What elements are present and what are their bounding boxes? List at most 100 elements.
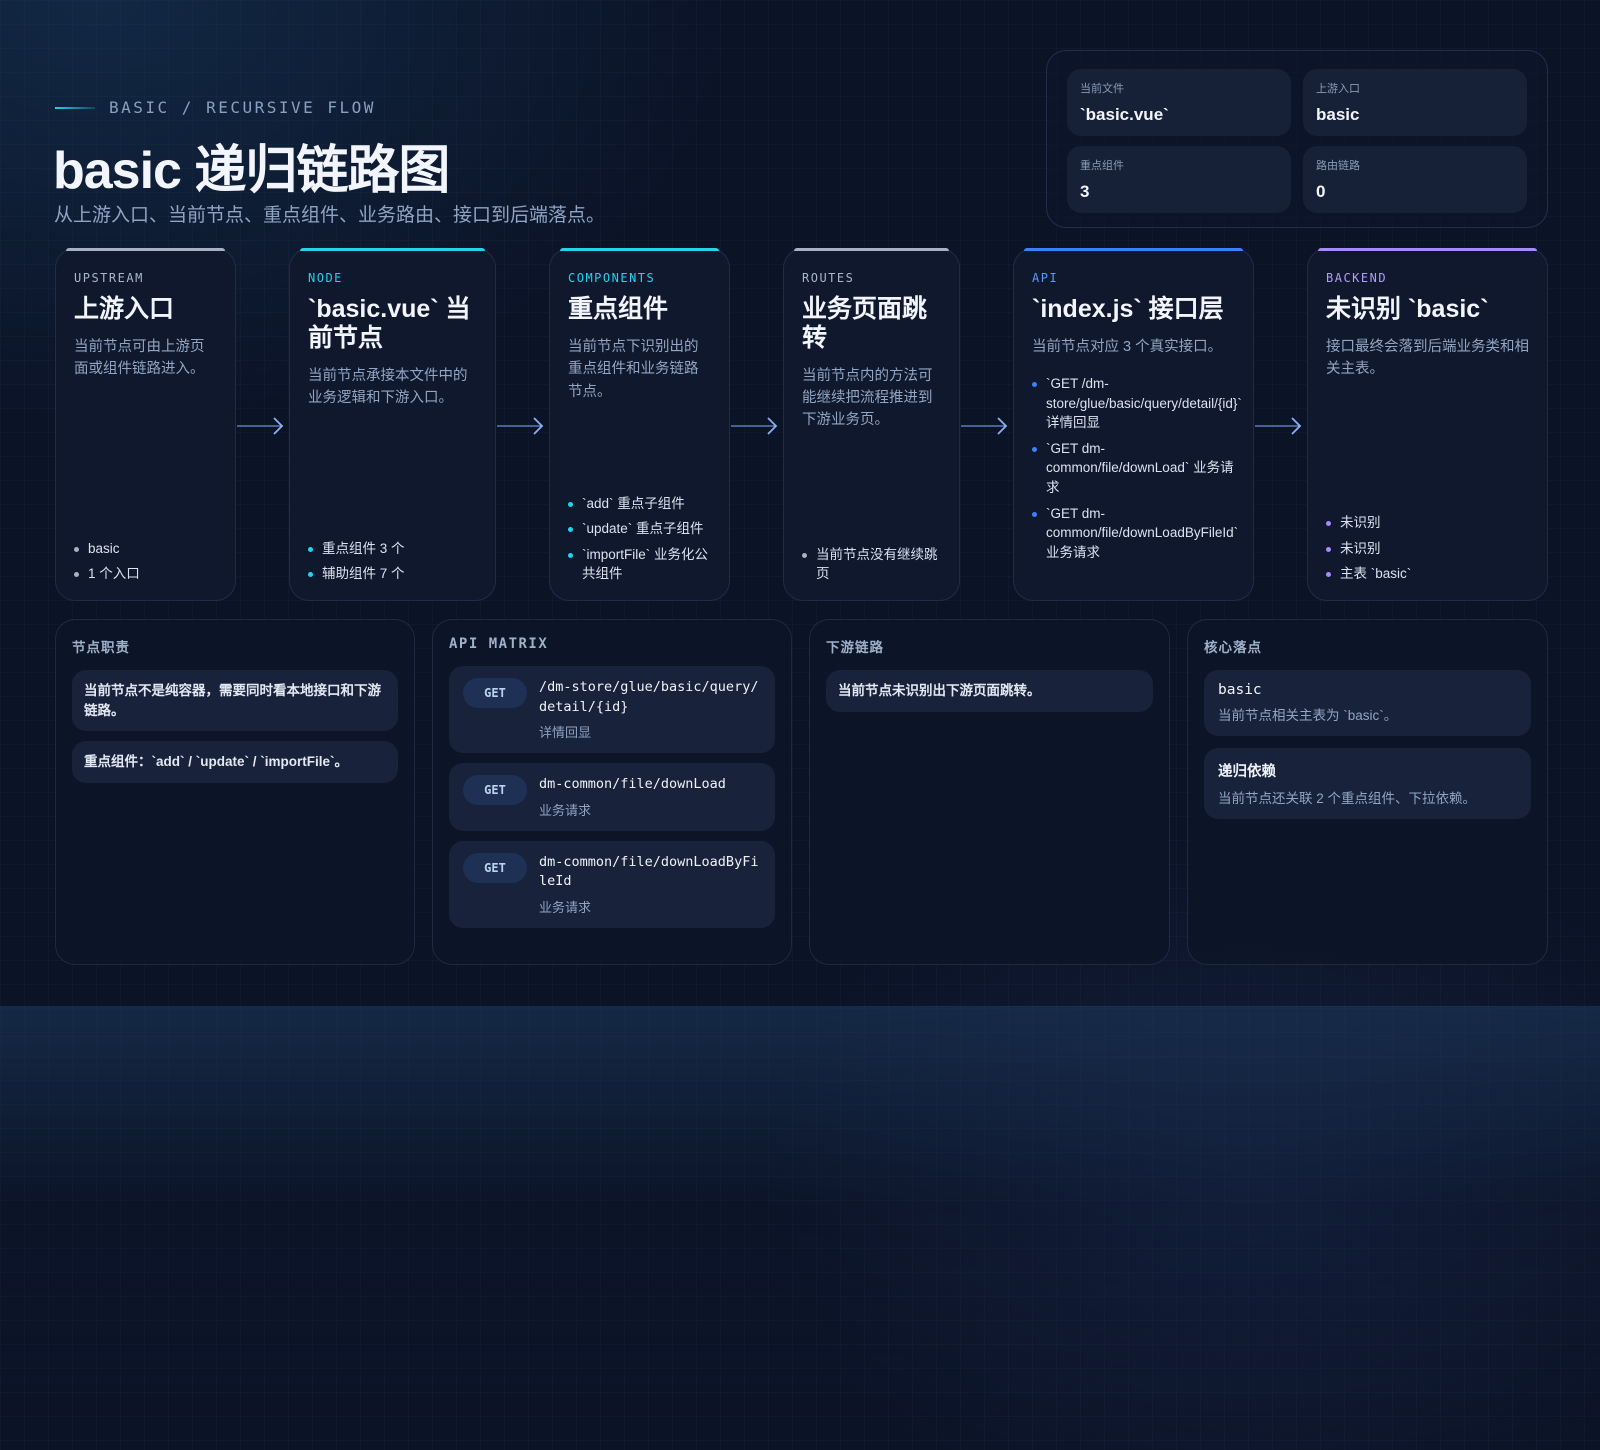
- card-description: 当前节点内的方法可能继续把流程推进到下游业务页。: [802, 367, 933, 429]
- card-bullets: 未识别 未识别 主表 `basic`: [1326, 507, 1529, 584]
- card-tag: ROUTES: [802, 271, 855, 285]
- stat-value: `basic.vue`: [1080, 105, 1169, 124]
- api-info: dm-common/file/downLoad 业务请求: [539, 775, 726, 819]
- card-title: 重点组件: [568, 295, 669, 323]
- stat-value: 3: [1080, 182, 1090, 201]
- stat-upstream-entry: 上游入口 basic: [1303, 69, 1527, 136]
- bullet-item: 主表 `basic`: [1326, 564, 1529, 584]
- flow-card-backend: BACKEND 未识别 `basic` 接口最终会落到后端业务类和相关主表。 未…: [1307, 248, 1548, 601]
- http-method-badge: GET: [463, 852, 527, 883]
- card-title: 未识别 `basic`: [1326, 295, 1489, 323]
- stat-label: 上游入口: [1316, 83, 1360, 95]
- card-tag: COMPONENTS: [568, 271, 656, 285]
- bullet-item: 重点组件 3 个: [308, 539, 477, 559]
- card-bullets: `add` 重点子组件 `update` 重点子组件 `importFile` …: [568, 488, 711, 584]
- panel-core-sink: 核心落点 basic 当前节点相关主表为 `basic`。 递归依赖 当前节点还…: [1187, 619, 1548, 965]
- core-item-value: 当前节点还关联 2 个重点组件、下拉依赖。: [1218, 791, 1477, 806]
- stat-label: 当前文件: [1080, 83, 1124, 95]
- card-description: 当前节点可由上游页面或组件链路进入。: [74, 338, 205, 378]
- api-row[interactable]: GET dm-common/file/downLoad 业务请求: [449, 763, 775, 831]
- downstream-note: 当前节点未识别出下游页面跳转。: [826, 670, 1153, 712]
- api-info: dm-common/file/downLoadByFileId 业务请求: [539, 853, 761, 916]
- panel-title: 核心落点: [1204, 640, 1262, 655]
- api-description: 业务请求: [539, 899, 592, 915]
- api-row[interactable]: GET /dm-store/glue/basic/query/detail/{i…: [449, 666, 775, 754]
- bullet-item: basic: [74, 539, 217, 559]
- card-bullets: 当前节点没有继续跳页: [802, 539, 941, 584]
- duty-note: 当前节点不是纯容器，需要同时看本地接口和下游链路。: [72, 670, 398, 732]
- core-item: basic 当前节点相关主表为 `basic`。: [1204, 670, 1531, 736]
- core-item: 递归依赖 当前节点还关联 2 个重点组件、下拉依赖。: [1204, 748, 1531, 819]
- bullet-item: `GET dm-common/file/downLoad` 业务请求: [1032, 439, 1235, 498]
- card-title: `basic.vue` 当前节点: [308, 295, 471, 352]
- flow-card-upstream: UPSTREAM 上游入口 当前节点可由上游页面或组件链路进入。 basic 1…: [55, 248, 236, 601]
- bullet-item: `update` 重点子组件: [568, 519, 711, 539]
- api-description: 详情回显: [539, 725, 592, 741]
- card-tag: NODE: [308, 271, 343, 285]
- bullet-item: 未识别: [1326, 539, 1529, 559]
- card-tag: BACKEND: [1326, 271, 1388, 285]
- eyebrow: BASIC / RECURSIVE FLOW: [55, 98, 376, 117]
- core-item-value: 当前节点相关主表为 `basic`。: [1218, 708, 1398, 723]
- card-tag: API: [1032, 271, 1059, 285]
- api-info: /dm-store/glue/basic/query/detail/{id} 详…: [539, 678, 761, 741]
- panel-title: API MATRIX: [449, 636, 549, 652]
- page-subtitle: 从上游入口、当前节点、重点组件、业务路由、接口到后端落点。: [54, 205, 606, 226]
- stat-label: 重点组件: [1080, 160, 1124, 172]
- background-band: [0, 1006, 1600, 1450]
- bullet-item: 1 个入口: [74, 564, 217, 584]
- card-bullets: basic 1 个入口: [74, 533, 217, 584]
- api-row[interactable]: GET dm-common/file/downLoadByFileId 业务请求: [449, 840, 775, 928]
- bullet-item: 辅助组件 7 个: [308, 564, 477, 584]
- http-method-badge: GET: [463, 775, 527, 806]
- panel-title: 节点职责: [72, 640, 130, 655]
- eyebrow-line: [55, 106, 95, 109]
- core-item-key: basic: [1218, 682, 1262, 698]
- bullet-item: 当前节点没有继续跳页: [802, 545, 941, 584]
- flow-arrow-icon: [497, 417, 544, 435]
- card-description: 接口最终会落到后端业务类和相关主表。: [1326, 338, 1529, 378]
- card-description: 当前节点下识别出的重点组件和业务链路节点。: [568, 338, 699, 400]
- core-item-key: 递归依赖: [1218, 764, 1276, 780]
- flow-arrow-icon: [961, 417, 1008, 435]
- flow-card-routes: ROUTES 业务页面跳转 当前节点内的方法可能继续把流程推进到下游业务页。 当…: [783, 248, 960, 601]
- stat-value: 0: [1316, 182, 1326, 201]
- page-title: basic 递归链路图: [53, 142, 450, 200]
- stat-key-components: 重点组件 3: [1067, 146, 1291, 213]
- api-path: dm-common/file/downLoad: [539, 776, 726, 793]
- panel-api-matrix: API MATRIX GET /dm-store/glue/basic/quer…: [432, 619, 792, 965]
- api-path: dm-common/file/downLoadByFileId: [539, 853, 759, 890]
- stat-current-file: 当前文件 `basic.vue`: [1067, 69, 1291, 136]
- api-path: /dm-store/glue/basic/query/detail/{id}: [539, 679, 759, 715]
- card-description: 当前节点承接本文件中的业务逻辑和下游入口。: [308, 367, 468, 406]
- card-description: 当前节点对应 3 个真实接口。: [1032, 338, 1223, 355]
- panel-node-duties: 节点职责 当前节点不是纯容器，需要同时看本地接口和下游链路。 重点组件：`add…: [55, 619, 415, 965]
- flow-arrow-icon: [237, 417, 284, 435]
- card-title: 业务页面跳转: [802, 295, 928, 352]
- panel-title: 下游链路: [826, 640, 884, 655]
- bullet-item: `add` 重点子组件: [568, 494, 711, 514]
- bullet-item: `GET dm-common/file/downLoadByFileId` 业务…: [1032, 504, 1238, 563]
- stats-panel: 当前文件 `basic.vue` 上游入口 basic 重点组件 3 路由链路 …: [1046, 50, 1548, 228]
- bullet-item: 未识别: [1326, 513, 1529, 533]
- card-bullets: 重点组件 3 个 辅助组件 7 个: [308, 533, 477, 584]
- card-bullets: `GET /dm-store/glue/basic/query/detail/{…: [1032, 368, 1242, 563]
- flow-card-node: NODE `basic.vue` 当前节点 当前节点承接本文件中的业务逻辑和下游…: [289, 248, 496, 601]
- card-tag: UPSTREAM: [74, 271, 144, 285]
- eyebrow-text: BASIC / RECURSIVE FLOW: [109, 98, 376, 117]
- bullet-item: `importFile` 业务化公共组件: [568, 545, 711, 584]
- duty-note: 重点组件：`add` / `update` / `importFile`。: [72, 741, 398, 783]
- flow-arrow-icon: [1255, 417, 1302, 435]
- stat-label: 路由链路: [1316, 160, 1360, 172]
- card-title: `index.js` 接口层: [1032, 295, 1224, 323]
- flow-card-api: API `index.js` 接口层 当前节点对应 3 个真实接口。 `GET …: [1013, 248, 1254, 601]
- flow-arrow-icon: [731, 417, 778, 435]
- card-title: 上游入口: [74, 295, 175, 323]
- panel-downstream: 下游链路 当前节点未识别出下游页面跳转。: [809, 619, 1170, 965]
- http-method-badge: GET: [463, 678, 527, 708]
- bullet-item: `GET /dm-store/glue/basic/query/detail/{…: [1032, 374, 1242, 433]
- flow-card-components: COMPONENTS 重点组件 当前节点下识别出的重点组件和业务链路节点。 `a…: [549, 248, 730, 601]
- stat-value: basic: [1316, 105, 1360, 124]
- stat-route-links: 路由链路 0: [1303, 146, 1527, 213]
- api-description: 业务请求: [539, 802, 592, 818]
